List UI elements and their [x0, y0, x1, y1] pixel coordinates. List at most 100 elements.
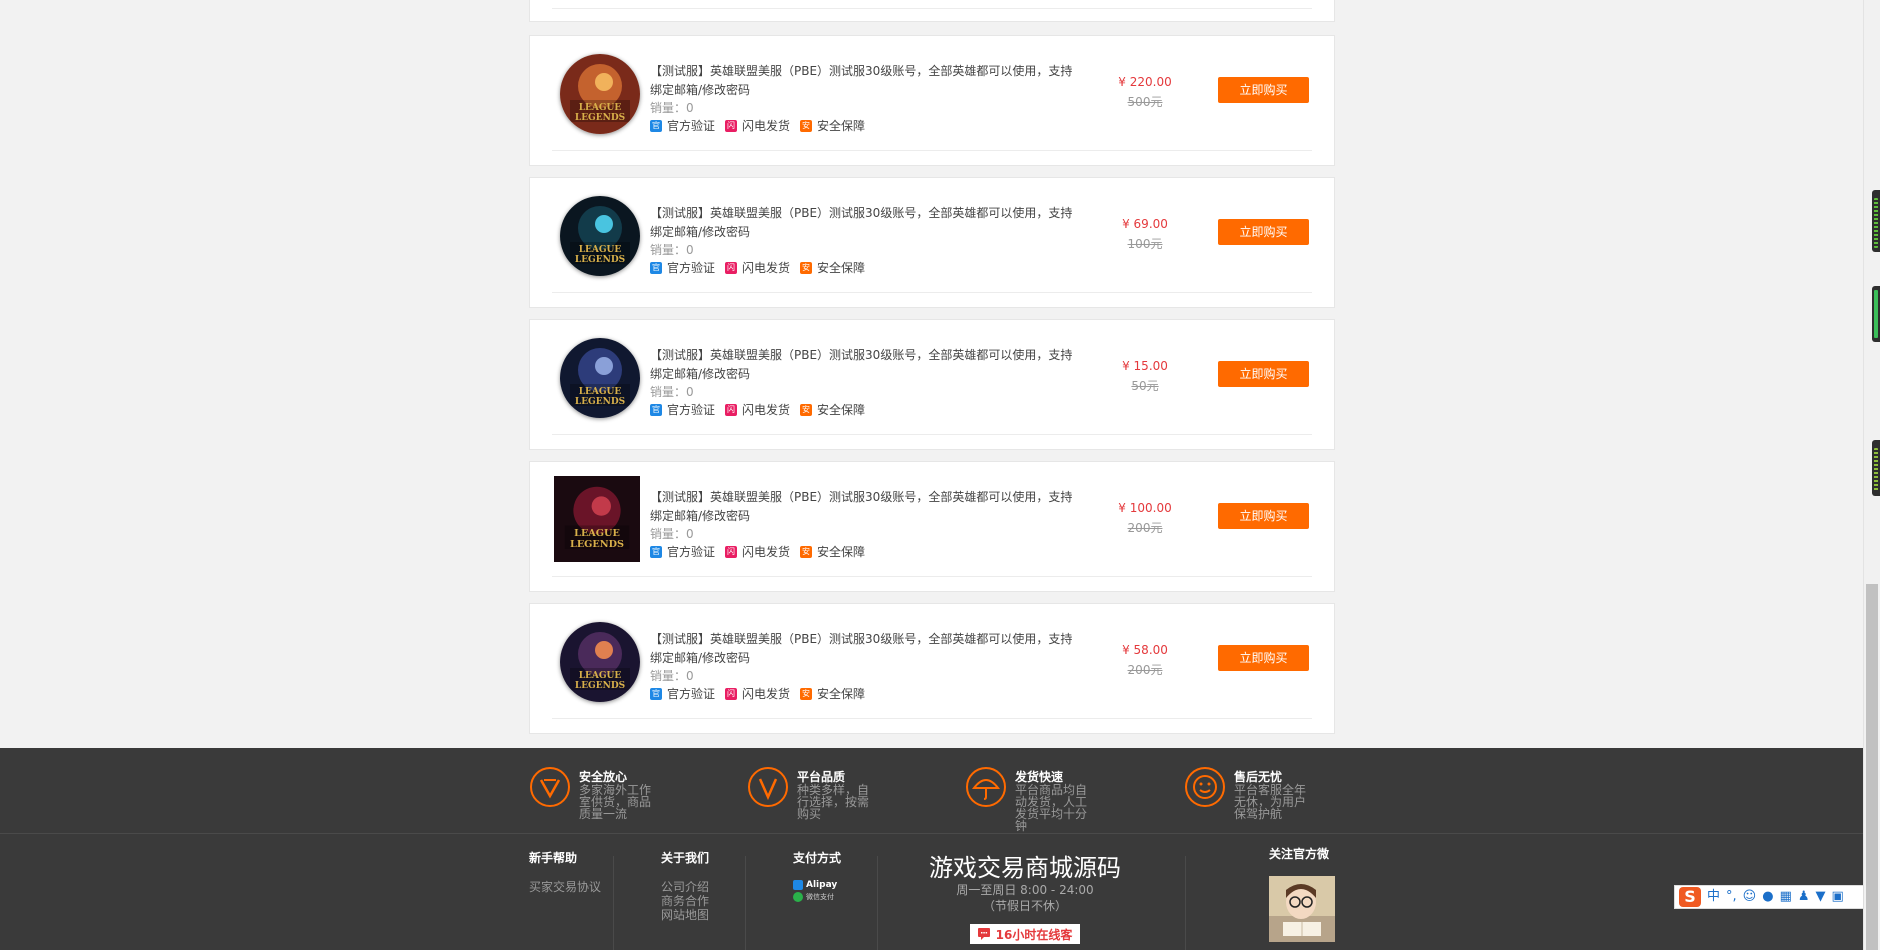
tag-label: 闪电发货 — [742, 687, 791, 701]
product-tags: 官 官方验证 闪 闪电发货 安 安全保障 — [650, 118, 1080, 134]
current-price: ¥ 100.00 — [1118, 501, 1172, 515]
product-card[interactable]: LEAGUE LEGENDS 【测试服】英雄联盟美服（PBE）测试服30级账号，… — [529, 177, 1335, 308]
online-service-button[interactable]: 16小时在线客 — [969, 924, 1081, 944]
product-title[interactable]: 【测试服】英雄联盟美服（PBE）测试服30级账号，全部英雄都可以使用，支持绑定邮… — [650, 346, 1080, 384]
pay-column: 支付方式 Alipay 微信支付 — [793, 850, 841, 902]
original-price: 500元 — [1127, 95, 1163, 109]
column-divider — [613, 856, 614, 950]
side-widget-3[interactable] — [1872, 440, 1880, 496]
buy-now-button[interactable]: 立即购买 — [1218, 361, 1309, 387]
footer-columns: 新手帮助 买家交易协议 关于我们 公司介绍 商务合作 网站地图 支付方式 Ali… — [529, 847, 1335, 950]
price-box: ¥ 100.00 200元 — [1110, 498, 1180, 538]
sales-count: 销量：0 — [650, 101, 694, 115]
footer: 安全放心 多家海外工作室供货，商品质量一流 平台品质 种类多样，自行选择，按需购… — [0, 748, 1863, 950]
tag-label: 安全保障 — [817, 545, 866, 559]
tag-badge-icon: 安 — [800, 546, 813, 558]
follow-column: 关注官方微 — [1269, 847, 1329, 862]
product-image[interactable]: LEAGUE LEGENDS — [560, 196, 640, 276]
sitemap-link[interactable]: 网站地图 — [661, 908, 709, 922]
feature-safe: 安全放心 多家海外工作室供货，商品质量一流 — [529, 764, 739, 824]
product-title[interactable]: 【测试服】英雄联盟美服（PBE）测试服30级账号，全部英雄都可以使用，支持绑定邮… — [650, 488, 1080, 526]
tag-0: 官 官方验证 — [650, 686, 715, 702]
card-divider — [552, 0, 1312, 9]
tag-badge-icon: 安 — [800, 120, 813, 132]
product-image[interactable]: LEAGUE LEGENDS — [560, 338, 640, 418]
product-list: LEAGUE LEGENDS 【测试服】英雄联盟美服（PBE）测试服30级账号，… — [529, 0, 1335, 748]
product-tags: 官 官方验证 闪 闪电发货 安 安全保障 — [650, 402, 1080, 418]
buy-now-button[interactable]: 立即购买 — [1218, 645, 1309, 671]
ime-lang[interactable]: 中 — [1707, 887, 1720, 907]
side-widget-2[interactable] — [1872, 286, 1880, 342]
svg-text:LEGENDS: LEGENDS — [575, 113, 625, 123]
feature-aftersale: 售后无忧 平台客服全年无休，为用户保驾护航 — [1184, 764, 1394, 824]
feature-desc: 种类多样，自行选择，按需购买 — [797, 783, 870, 821]
product-image[interactable]: LEAGUE LEGENDS — [560, 54, 640, 134]
svg-text:LEAGUE: LEAGUE — [579, 387, 622, 397]
user-icon[interactable]: ♟ — [1798, 887, 1810, 907]
product-card[interactable]: LEAGUE LEGENDS 【测试服】英雄联盟美服（PBE）测试服30级账号，… — [529, 461, 1335, 592]
original-price: 200元 — [1127, 663, 1163, 677]
svg-text:LEGENDS: LEGENDS — [575, 681, 625, 691]
product-tags: 官 官方验证 闪 闪电发货 安 安全保障 — [650, 544, 1080, 560]
tag-label: 官方验证 — [667, 687, 716, 701]
tag-1: 闪 闪电发货 — [725, 118, 790, 134]
tag-badge-icon: 闪 — [725, 688, 738, 700]
product-info: 【测试服】英雄联盟美服（PBE）测试服30级账号，全部英雄都可以使用，支持绑定邮… — [650, 488, 1080, 560]
tag-label: 官方验证 — [667, 119, 716, 133]
tag-label: 官方验证 — [667, 545, 716, 559]
product-title[interactable]: 【测试服】英雄联盟美服（PBE）测试服30级账号，全部英雄都可以使用，支持绑定邮… — [650, 630, 1080, 668]
price-box: ¥ 58.00 200元 — [1110, 640, 1180, 680]
ime-toolbar[interactable]: S 中 °, ☺ ● ▦ ♟ ▼ ▣ — [1674, 885, 1864, 909]
scrollbar-thumb[interactable] — [1866, 584, 1878, 950]
microphone-icon[interactable]: ● — [1762, 887, 1773, 907]
tag-0: 官 官方验证 — [650, 544, 715, 560]
sales-count: 销量：0 — [650, 385, 694, 399]
keyboard-icon[interactable]: ▦ — [1780, 887, 1792, 907]
sales-count: 销量：0 — [650, 527, 694, 541]
tag-badge-icon: 闪 — [725, 404, 738, 416]
wechat-pay-label: 微信支付 — [806, 893, 834, 901]
product-info: 【测试服】英雄联盟美服（PBE）测试服30级账号，全部英雄都可以使用，支持绑定邮… — [650, 630, 1080, 702]
current-price: ¥ 15.00 — [1122, 359, 1168, 373]
product-card[interactable]: LEAGUE LEGENDS 【测试服】英雄联盟美服（PBE）测试服30级账号，… — [529, 35, 1335, 166]
buy-now-button[interactable]: 立即购买 — [1218, 77, 1309, 103]
buy-now-button[interactable]: 立即购买 — [1218, 503, 1309, 529]
product-card[interactable]: LEAGUE LEGENDS 【测试服】英雄联盟美服（PBE）测试服30级账号，… — [529, 319, 1335, 450]
product-title[interactable]: 【测试服】英雄联盟美服（PBE）测试服30级账号，全部英雄都可以使用，支持绑定邮… — [650, 62, 1080, 100]
svg-text:LEAGUE: LEAGUE — [579, 103, 622, 113]
buy-now-button[interactable]: 立即购买 — [1218, 219, 1309, 245]
grid-icon[interactable]: ▣ — [1832, 887, 1844, 907]
feature-desc: 多家海外工作室供货，商品质量一流 — [579, 783, 652, 821]
tag-badge-icon: 安 — [800, 262, 813, 274]
service-hours: 周一至周日 8:00 - 24:00 — [956, 883, 1094, 897]
price-box: ¥ 69.00 100元 — [1110, 214, 1180, 254]
product-card-partial — [529, 0, 1335, 22]
price-box: ¥ 15.00 50元 — [1110, 356, 1180, 396]
tag-1: 闪 闪电发货 — [725, 544, 790, 560]
ime-punct[interactable]: °, — [1726, 887, 1737, 907]
ime-logo[interactable]: S — [1679, 887, 1701, 907]
help-column: 新手帮助 买家交易协议 — [529, 850, 601, 894]
current-price: ¥ 220.00 — [1118, 75, 1172, 89]
side-widget-1[interactable] — [1872, 190, 1880, 252]
product-artwork: LEAGUE LEGENDS — [560, 196, 640, 276]
business-link[interactable]: 商务合作 — [661, 894, 709, 908]
product-image[interactable]: LEAGUE LEGENDS — [560, 622, 640, 702]
svg-text:LEAGUE: LEAGUE — [574, 528, 620, 539]
tag-2: 安 安全保障 — [800, 402, 865, 418]
chat-icon — [977, 928, 990, 940]
product-artwork: LEAGUE LEGENDS — [554, 476, 640, 562]
product-image[interactable]: LEAGUE LEGENDS — [553, 476, 641, 562]
product-title[interactable]: 【测试服】英雄联盟美服（PBE）测试服30级账号，全部英雄都可以使用，支持绑定邮… — [650, 204, 1080, 242]
product-info: 【测试服】英雄联盟美服（PBE）测试服30级账号，全部英雄都可以使用，支持绑定邮… — [650, 346, 1080, 418]
wechat-icon — [793, 892, 803, 902]
buyer-agreement-link[interactable]: 买家交易协议 — [529, 880, 601, 894]
follow-title: 关注官方微 — [1269, 847, 1330, 861]
umbrella-icon — [966, 767, 1006, 807]
emoji-icon[interactable]: ☺ — [1743, 887, 1757, 907]
help-title: 新手帮助 — [529, 851, 578, 865]
feature-desc: 平台商品均自动发货，人工发货平均十分钟 — [1015, 783, 1088, 833]
company-intro-link[interactable]: 公司介绍 — [661, 880, 709, 894]
product-card[interactable]: LEAGUE LEGENDS 【测试服】英雄联盟美服（PBE）测试服30级账号，… — [529, 603, 1335, 734]
shirt-icon[interactable]: ▼ — [1816, 887, 1826, 907]
